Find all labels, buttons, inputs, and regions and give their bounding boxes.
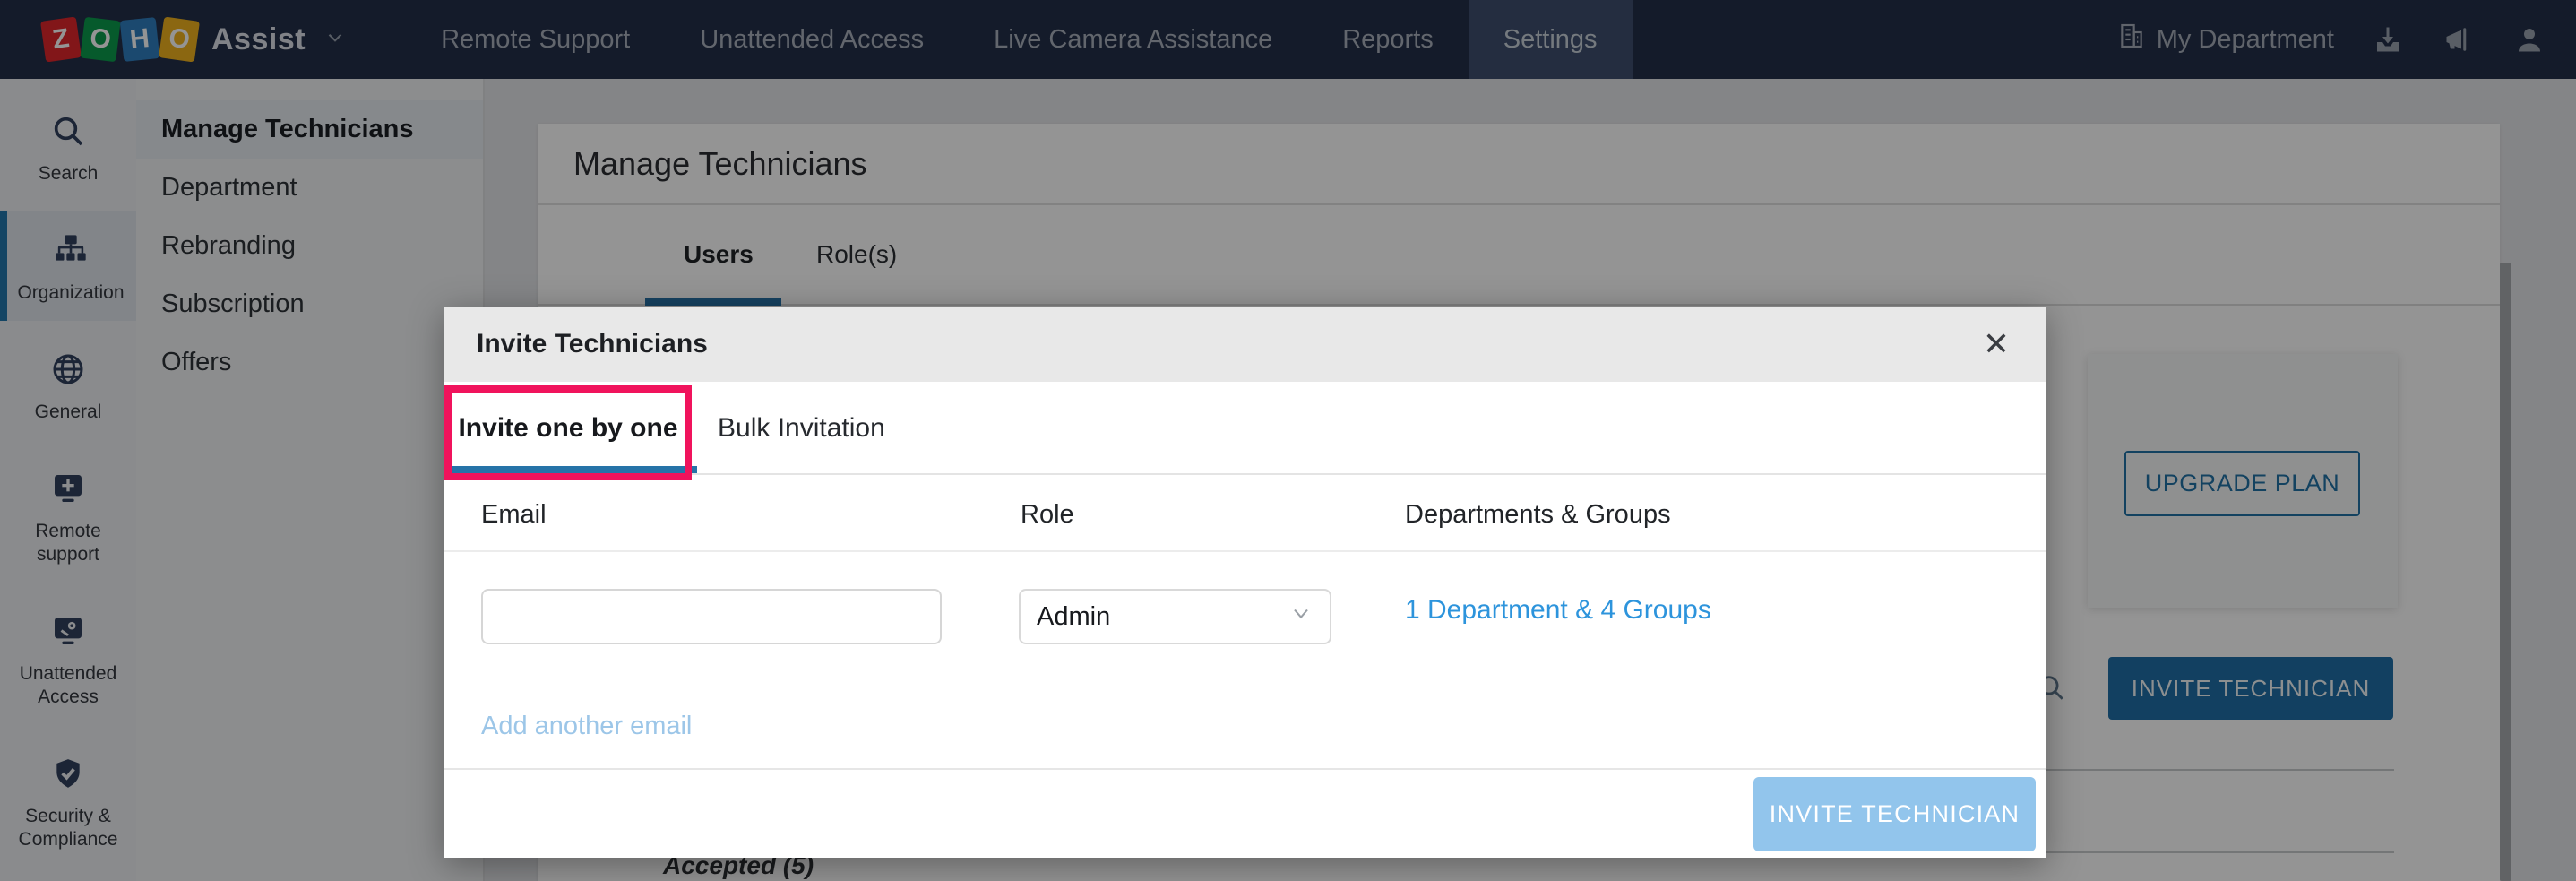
modal-header: Invite Technicians ✕ — [444, 307, 2046, 382]
chevron-down-icon — [1288, 600, 1314, 633]
column-role: Role — [1021, 500, 1074, 530]
add-another-email-link[interactable]: Add another email — [481, 712, 692, 741]
close-icon[interactable]: ✕ — [1983, 328, 2010, 360]
invite-technician-submit-button[interactable]: INVITE TECHNICIAN — [1753, 777, 2036, 851]
role-select[interactable]: Admin — [1019, 589, 1331, 644]
tab-bulk-invitation[interactable]: Bulk Invitation — [718, 382, 885, 475]
invite-form-column-headers: Email Role Departments & Groups — [444, 475, 2046, 552]
modal-active-tab-underline — [444, 466, 697, 473]
tab-invite-one-by-one[interactable]: Invite one by one — [444, 382, 692, 475]
modal-footer: INVITE TECHNICIAN — [444, 768, 2046, 858]
invite-technicians-modal: Invite Technicians ✕ Invite one by one B… — [444, 307, 2046, 858]
modal-tabs: Invite one by one Bulk Invitation — [444, 382, 2046, 475]
role-select-value: Admin — [1037, 602, 1110, 632]
departments-groups-link[interactable]: 1 Department & 4 Groups — [1405, 595, 1711, 626]
column-departments-groups: Departments & Groups — [1405, 500, 1671, 530]
column-email: Email — [481, 500, 547, 530]
invite-form-row: Admin 1 Department & 4 Groups Add anothe… — [444, 552, 2046, 768]
modal-title: Invite Technicians — [477, 329, 708, 359]
email-input[interactable] — [481, 589, 942, 644]
